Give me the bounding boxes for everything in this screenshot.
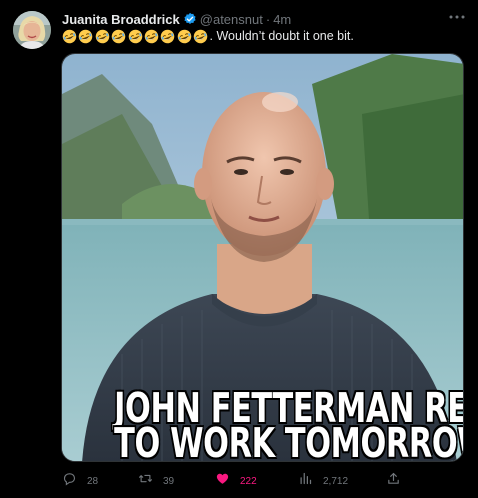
- retweet-button[interactable]: 39: [138, 470, 174, 492]
- verified-badge-icon: [183, 12, 197, 26]
- retweet-icon: [138, 471, 153, 491]
- tweet-header: Juanita Broaddrick @atensnut · 4m: [62, 10, 291, 28]
- share-icon: [386, 471, 401, 491]
- timestamp[interactable]: 4m: [273, 12, 291, 27]
- like-button[interactable]: 222: [215, 470, 257, 492]
- share-button[interactable]: [386, 470, 401, 492]
- tweet-text-content: . Wouldn’t doubt it one bit.: [209, 29, 354, 43]
- rolling-on-floor-laughing-emoji: [160, 29, 175, 44]
- image-caption-line-2: TO WORK TOMORROW: [114, 419, 464, 462]
- rolling-on-floor-laughing-emoji: [62, 29, 77, 44]
- tweet[interactable]: Juanita Broaddrick @atensnut · 4m . Woul…: [0, 0, 478, 498]
- views-button[interactable]: 2,712: [298, 470, 348, 492]
- avatar[interactable]: [13, 11, 51, 49]
- reply-icon: [62, 471, 77, 491]
- tweet-actions: 28 39 222 2,712: [0, 470, 478, 492]
- reply-button[interactable]: 28: [62, 470, 98, 492]
- separator-dot: ·: [265, 11, 271, 27]
- views-icon: [298, 471, 313, 491]
- like-icon: [215, 471, 230, 491]
- display-name[interactable]: Juanita Broaddrick: [62, 12, 180, 27]
- rolling-on-floor-laughing-emoji: [177, 29, 192, 44]
- like-count: 222: [240, 475, 257, 487]
- retweet-count: 39: [163, 475, 175, 487]
- rolling-on-floor-laughing-emoji: [144, 29, 159, 44]
- handle[interactable]: @atensnut: [200, 12, 263, 27]
- reply-count: 28: [87, 475, 99, 487]
- views-count: 2,712: [323, 475, 349, 487]
- emoji-row: [62, 29, 210, 44]
- rolling-on-floor-laughing-emoji: [95, 29, 110, 44]
- rolling-on-floor-laughing-emoji: [193, 29, 208, 44]
- more-icon[interactable]: [446, 8, 468, 26]
- rolling-on-floor-laughing-emoji: [128, 29, 143, 44]
- rolling-on-floor-laughing-emoji: [78, 29, 93, 44]
- rolling-on-floor-laughing-emoji: [111, 29, 126, 44]
- tweet-text: . Wouldn’t doubt it one bit.: [62, 28, 354, 44]
- tweet-image[interactable]: JOHN FETTERMAN RETURNS TO WORK TOMORROW: [61, 53, 464, 462]
